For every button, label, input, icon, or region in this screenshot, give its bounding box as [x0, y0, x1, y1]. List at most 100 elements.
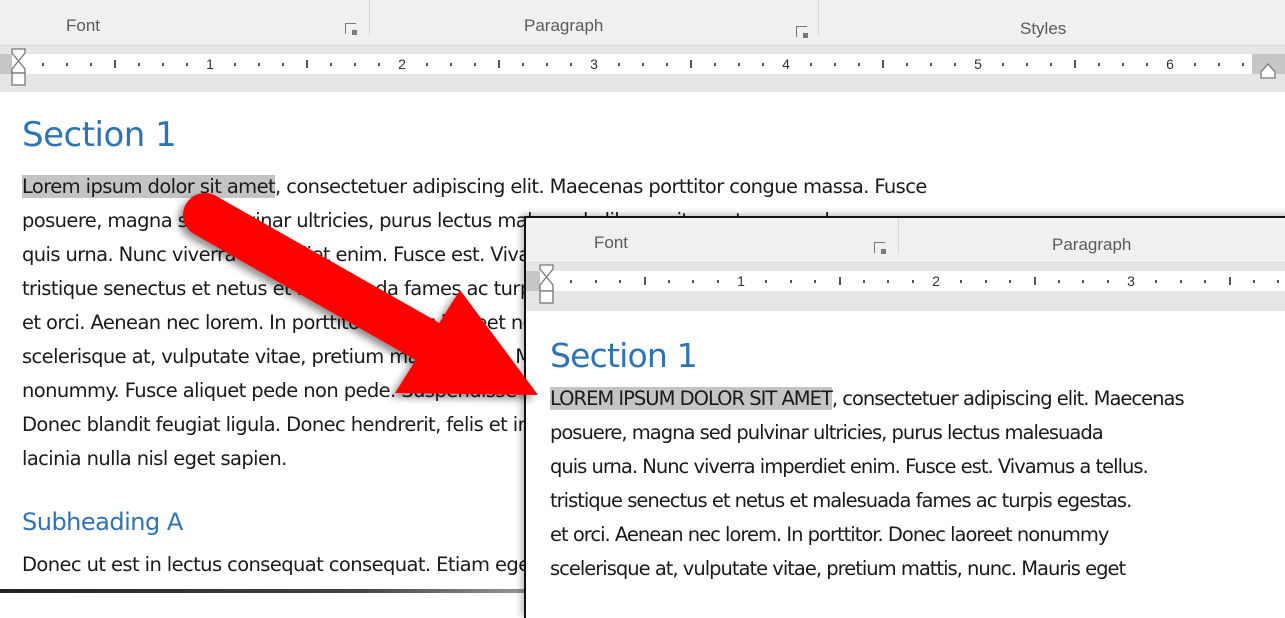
ruler-half-inch-tick	[690, 60, 692, 68]
ruler-tick	[716, 280, 719, 283]
indent-marker-icon[interactable]	[10, 48, 28, 88]
ruler-tick	[1009, 280, 1012, 283]
ribbon-group-label: Paragraph	[524, 16, 604, 35]
ribbon-group-paragraph: Paragraph	[370, 0, 820, 45]
paragraph-line: scelerisque at, vulputate vitae, pretium…	[550, 557, 1126, 580]
ruler-tick	[814, 280, 817, 283]
subheading: Subheading A	[22, 508, 183, 536]
ruler-tick	[90, 63, 92, 66]
ruler-tick	[570, 280, 573, 283]
ruler-tick	[354, 63, 356, 66]
ruler-number: 2	[932, 273, 940, 289]
ruler-half-inch-tick	[643, 277, 646, 285]
ruler-strip[interactable]: 1 2 3	[540, 271, 1285, 291]
ruler-tick	[862, 280, 865, 283]
ruler-tick	[858, 63, 860, 66]
window-bottom-edge	[0, 589, 600, 593]
ruler-tick	[474, 63, 476, 66]
ruler-tick	[667, 280, 670, 283]
ruler-half-inch-tick	[498, 60, 500, 68]
ruler-half-inch-tick	[882, 60, 884, 68]
ruler-tick	[66, 63, 68, 66]
ruler-tick	[1218, 63, 1220, 66]
ruler-number: 3	[1127, 273, 1135, 289]
ruler-tick	[984, 280, 987, 283]
ruler-tick	[1002, 63, 1004, 66]
ruler-half-inch-tick	[1228, 277, 1231, 285]
indent-marker-icon[interactable]	[538, 264, 556, 306]
ruler-tick	[1098, 63, 1100, 66]
ruler-tick	[762, 63, 764, 66]
ribbon-group-label: Styles	[1020, 19, 1067, 38]
ruler-tick	[738, 63, 740, 66]
ruler-tick	[186, 63, 188, 66]
ruler-tick	[546, 63, 548, 66]
paragraph-line: quis urna. Nunc viverra imperdiet enim. …	[550, 455, 1149, 478]
ruler-tick	[1204, 280, 1207, 283]
paragraph-line: et orci. Aenean nec lorem. In porttitor.…	[550, 523, 1109, 546]
ruler-tick	[789, 280, 792, 283]
ruler-tick	[954, 63, 956, 66]
ruler-half-inch-tick	[838, 277, 841, 285]
ruler-tick	[1050, 63, 1052, 66]
ruler-half-inch-tick	[306, 60, 308, 68]
ruler-tick	[138, 63, 140, 66]
ruler-half-inch-tick	[114, 60, 116, 68]
ruler-tick	[234, 63, 236, 66]
ruler-tick	[1179, 280, 1182, 283]
ruler-tick	[1106, 280, 1109, 283]
ribbon-separator	[818, 0, 819, 36]
ruler-tick	[1122, 63, 1124, 66]
ruler-number: 2	[398, 56, 406, 72]
dialog-launcher-icon[interactable]	[345, 23, 357, 35]
ruler-tick	[522, 63, 524, 66]
paragraph-line: posuere, magna sed pulvinar ultricies, p…	[550, 421, 1104, 444]
ribbon-group-font: Font	[0, 0, 370, 45]
sub-paragraph[interactable]: Donec ut est in lectus consequat consequ…	[22, 553, 577, 576]
ribbon-separator	[898, 218, 899, 254]
ruler-tick	[1082, 280, 1085, 283]
paragraph-line: LOREM IPSUM DOLOR SIT AMET, consectetuer…	[550, 387, 1185, 410]
paragraph-line: Lorem ipsum dolor sit amet, consectetuer…	[22, 175, 927, 198]
ruler-tick	[258, 63, 260, 66]
ribbon-group-styles: Styles	[820, 0, 1285, 45]
dialog-launcher-icon[interactable]	[796, 26, 808, 38]
ruler-tick	[1194, 63, 1196, 66]
ruler-tick	[450, 63, 452, 66]
ruler-tick	[834, 63, 836, 66]
ruler-strip[interactable]: 1 2 3 4 5 6	[12, 54, 1252, 74]
ruler-tick	[911, 280, 914, 283]
ruler-tick	[378, 63, 380, 66]
ruler-tick	[642, 63, 644, 66]
ribbon-group-label: Paragraph	[1052, 235, 1132, 254]
ruler-tick	[42, 63, 44, 66]
selected-text[interactable]: Lorem ipsum dolor sit amet	[22, 175, 276, 198]
ruler-number: 1	[737, 273, 745, 289]
ruler-number: 3	[590, 56, 598, 72]
ruler-tick	[618, 63, 620, 66]
ruler-number: 6	[1166, 56, 1174, 72]
inset-horizontal-ruler[interactable]: 1 2 3	[526, 263, 1285, 311]
right-indent-marker-icon[interactable]	[1259, 62, 1277, 80]
ribbon: Font Paragraph Styles	[0, 0, 1285, 46]
ruler-tick	[960, 280, 963, 283]
ruler-tick	[162, 63, 164, 66]
ruler-half-inch-tick	[1033, 277, 1036, 285]
horizontal-ruler[interactable]: 1 2 3 4 5 6	[0, 46, 1285, 92]
ruler-number: 5	[974, 56, 982, 72]
zoomed-inset-window: Font Paragraph 1 2 3 Section 1 LOREM IPSUM…	[524, 216, 1285, 618]
ruler-tick	[594, 280, 597, 283]
dialog-launcher-icon[interactable]	[874, 242, 886, 254]
ruler-number: 4	[782, 56, 790, 72]
body-paragraph[interactable]: LOREM IPSUM DOLOR SIT AMET, consectetuer…	[550, 382, 1185, 586]
selected-text-all-caps[interactable]: LOREM IPSUM DOLOR SIT AMET	[550, 387, 833, 410]
ruler-tick	[1146, 63, 1148, 66]
ruler-tick	[930, 63, 932, 66]
ruler-half-inch-tick	[1074, 60, 1076, 68]
ruler-tick	[666, 63, 668, 66]
ruler-tick	[1057, 280, 1060, 283]
ruler-tick	[1155, 280, 1158, 283]
ruler-number: 1	[206, 56, 214, 72]
ruler-tick	[692, 280, 695, 283]
ruler-tick	[906, 63, 908, 66]
